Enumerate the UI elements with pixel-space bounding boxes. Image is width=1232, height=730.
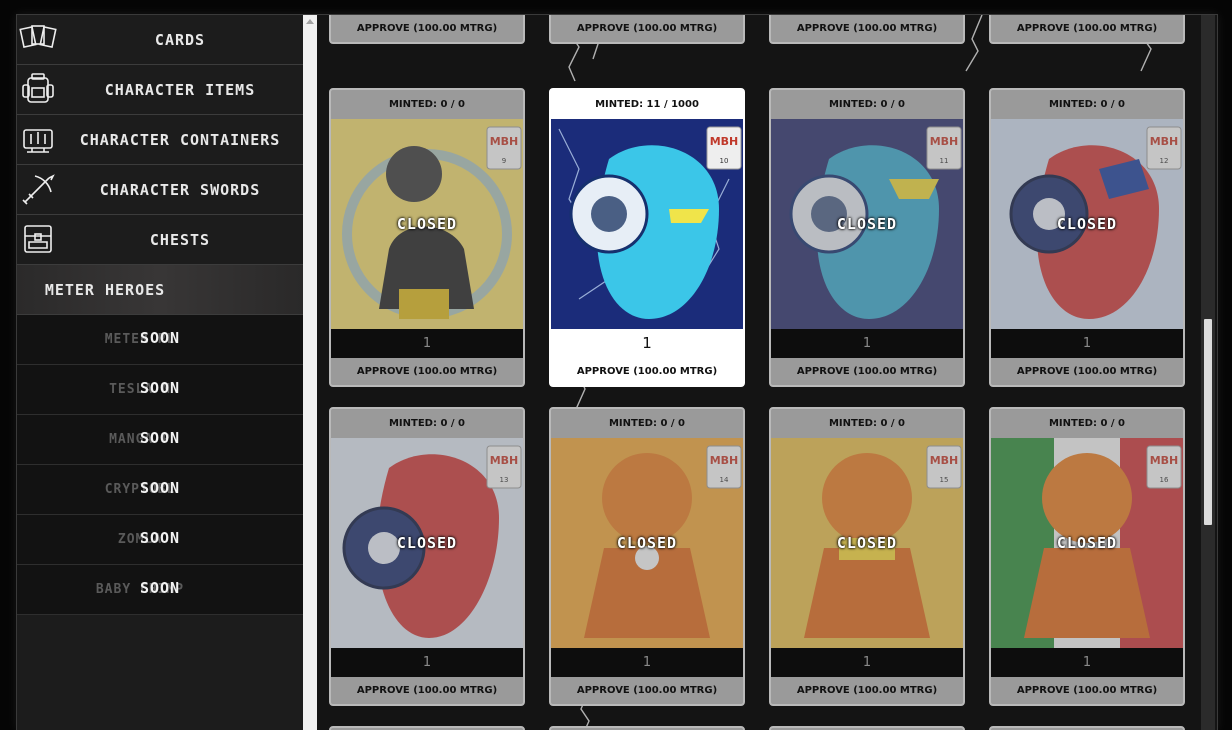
card: MINTED: 0 / 0 MBH 9 CLOSED 1 APPROVE (10… — [329, 88, 525, 387]
card — [989, 726, 1185, 730]
card: MINTED: 0 / 0 MBH 13 CLOSED 1 APPROVE (1… — [329, 407, 525, 706]
approve-button[interactable]: APPROVE (100.00 MTRG) — [991, 358, 1183, 385]
card: 1 APPROVE (100.00 MTRG) — [989, 15, 1185, 44]
soon-badge: Soon — [139, 578, 181, 597]
card-art: MBH 14 CLOSED — [551, 438, 743, 648]
card-art: MBH 11 CLOSED — [771, 119, 963, 329]
card-gallery: 1 APPROVE (100.00 MTRG) 1 APPROVE (100.0… — [317, 15, 1217, 730]
card: MINTED: 0 / 0 MBH 12 CLOSED 1 APPROVE (1… — [989, 88, 1185, 387]
sidebar-item-chests[interactable]: Chests — [17, 215, 303, 265]
card-art: MBH 13 CLOSED — [331, 438, 523, 648]
minted-count: MINTED: 0 / 0 — [608, 418, 685, 429]
closed-label: CLOSED — [836, 534, 898, 552]
approve-button[interactable]: APPROVE (100.00 MTRG) — [551, 358, 743, 385]
sidebar-item-label: Character Containers — [79, 130, 281, 149]
sidebar-item-character-items[interactable]: Character Items — [17, 65, 303, 115]
hero-art: MBH 10 — [551, 119, 743, 329]
card — [769, 726, 965, 730]
cards-icon — [19, 20, 57, 58]
minted-count: MINTED: 0 / 0 — [828, 99, 905, 110]
sidebar-item-upcoming: Cryptobl Soon — [17, 465, 303, 515]
closed-label: CLOSED — [396, 215, 458, 233]
scroll-up-arrow-icon[interactable] — [306, 19, 314, 24]
minted-count: MINTED: 0 / 0 — [388, 418, 465, 429]
card-art: MBH 9 CLOSED — [331, 119, 523, 329]
approve-button[interactable]: APPROVE (100.00 MTRG) — [551, 15, 743, 42]
swords-icon — [19, 170, 57, 208]
card-art: MBH 10 — [551, 119, 743, 329]
gallery-scrollbar[interactable] — [1201, 15, 1215, 730]
sidebar-item-meter-heroes[interactable]: Meter Heroes — [17, 265, 303, 315]
approve-button[interactable]: APPROVE (100.00 MTRG) — [991, 15, 1183, 42]
soon-badge: Soon — [139, 528, 181, 547]
card: MINTED: 0 / 0 MBH 14 CLOSED 1 APPROVE (1… — [549, 407, 745, 706]
approve-button[interactable]: APPROVE (100.00 MTRG) — [551, 677, 743, 704]
sidebar: Cards Character Items Character Containe… — [17, 15, 303, 730]
closed-label: CLOSED — [836, 215, 898, 233]
backpack-icon — [19, 70, 57, 108]
minted-count: MINTED: 0 / 0 — [828, 418, 905, 429]
sidebar-item-label: Meter Heroes — [44, 280, 166, 299]
card-quantity: 1 — [331, 648, 523, 677]
minted-count: MINTED: 0 / 0 — [388, 99, 465, 110]
card-quantity: 1 — [551, 329, 743, 358]
sidebar-item-upcoming: Meter PL Soon — [17, 315, 303, 365]
sidebar-item-upcoming: Tesla M Soon — [17, 365, 303, 415]
card-quantity: 1 — [331, 329, 523, 358]
minted-count: MINTED: 0 / 0 — [1048, 418, 1125, 429]
card-quantity: 1 — [771, 648, 963, 677]
sidebar-item-label: Chests — [149, 230, 211, 249]
approve-button[interactable]: APPROVE (100.00 MTRG) — [771, 358, 963, 385]
card — [549, 726, 745, 730]
sidebar-item-label: Cards — [154, 30, 206, 49]
sidebar-scrollbar[interactable] — [303, 15, 317, 730]
approve-button[interactable]: APPROVE (100.00 MTRG) — [991, 677, 1183, 704]
card — [329, 726, 525, 730]
approve-button[interactable]: APPROVE (100.00 MTRG) — [771, 677, 963, 704]
card: MINTED: 11 / 1000 MBH 10 1 APPROVE (100.… — [549, 88, 745, 387]
card-quantity: 1 — [551, 648, 743, 677]
sidebar-item-character-containers[interactable]: Character Containers — [17, 115, 303, 165]
closed-label: CLOSED — [396, 534, 458, 552]
sidebar-item-label: Character Swords — [99, 180, 261, 199]
sidebar-item-label: Character Items — [104, 80, 256, 99]
approve-button[interactable]: APPROVE (100.00 MTRG) — [331, 358, 523, 385]
card: 1 APPROVE (100.00 MTRG) — [549, 15, 745, 44]
soon-badge: Soon — [139, 478, 181, 497]
card: 1 APPROVE (100.00 MTRG) — [329, 15, 525, 44]
soon-badge: Soon — [139, 428, 181, 447]
scrollbar-thumb[interactable] — [1204, 319, 1212, 525]
minted-count: MINTED: 11 / 1000 — [595, 99, 699, 110]
card-quantity: 1 — [991, 648, 1183, 677]
card: MINTED: 0 / 0 MBH 16 CLOSED 1 APPROVE (1… — [989, 407, 1185, 706]
card: 1 APPROVE (100.00 MTRG) — [769, 15, 965, 44]
mbh-badge-text: MBH — [710, 135, 739, 148]
approve-button[interactable]: APPROVE (100.00 MTRG) — [331, 15, 523, 42]
approve-button[interactable]: APPROVE (100.00 MTRG) — [331, 677, 523, 704]
card-art: MBH 12 CLOSED — [991, 119, 1183, 329]
card-art: MBH 16 CLOSED — [991, 438, 1183, 648]
card-art: MBH 15 CLOSED — [771, 438, 963, 648]
app-frame: Cards Character Items Character Containe… — [16, 14, 1218, 730]
sidebar-item-upcoming: Manga P Soon — [17, 415, 303, 465]
sidebar-item-character-swords[interactable]: Character Swords — [17, 165, 303, 215]
card: MINTED: 0 / 0 MBH 15 CLOSED 1 APPROVE (1… — [769, 407, 965, 706]
card: MINTED: 0 / 0 MBH 11 CLOSED 1 APPROVE (1… — [769, 88, 965, 387]
card-quantity: 1 — [991, 329, 1183, 358]
closed-label: CLOSED — [616, 534, 678, 552]
minted-count: MINTED: 0 / 0 — [1048, 99, 1125, 110]
sidebar-item-cards[interactable]: Cards — [17, 15, 303, 65]
potions-icon — [19, 120, 57, 158]
closed-label: CLOSED — [1056, 534, 1118, 552]
approve-button[interactable]: APPROVE (100.00 MTRG) — [771, 15, 963, 42]
sidebar-item-upcoming: Zomla Soon — [17, 515, 303, 565]
card-number: 10 — [720, 157, 729, 165]
chest-icon — [19, 220, 57, 258]
card-quantity: 1 — [771, 329, 963, 358]
soon-badge: Soon — [139, 378, 181, 397]
closed-label: CLOSED — [1056, 215, 1118, 233]
sidebar-item-upcoming: Baby Chimp Soon — [17, 565, 303, 615]
soon-badge: Soon — [139, 328, 181, 347]
